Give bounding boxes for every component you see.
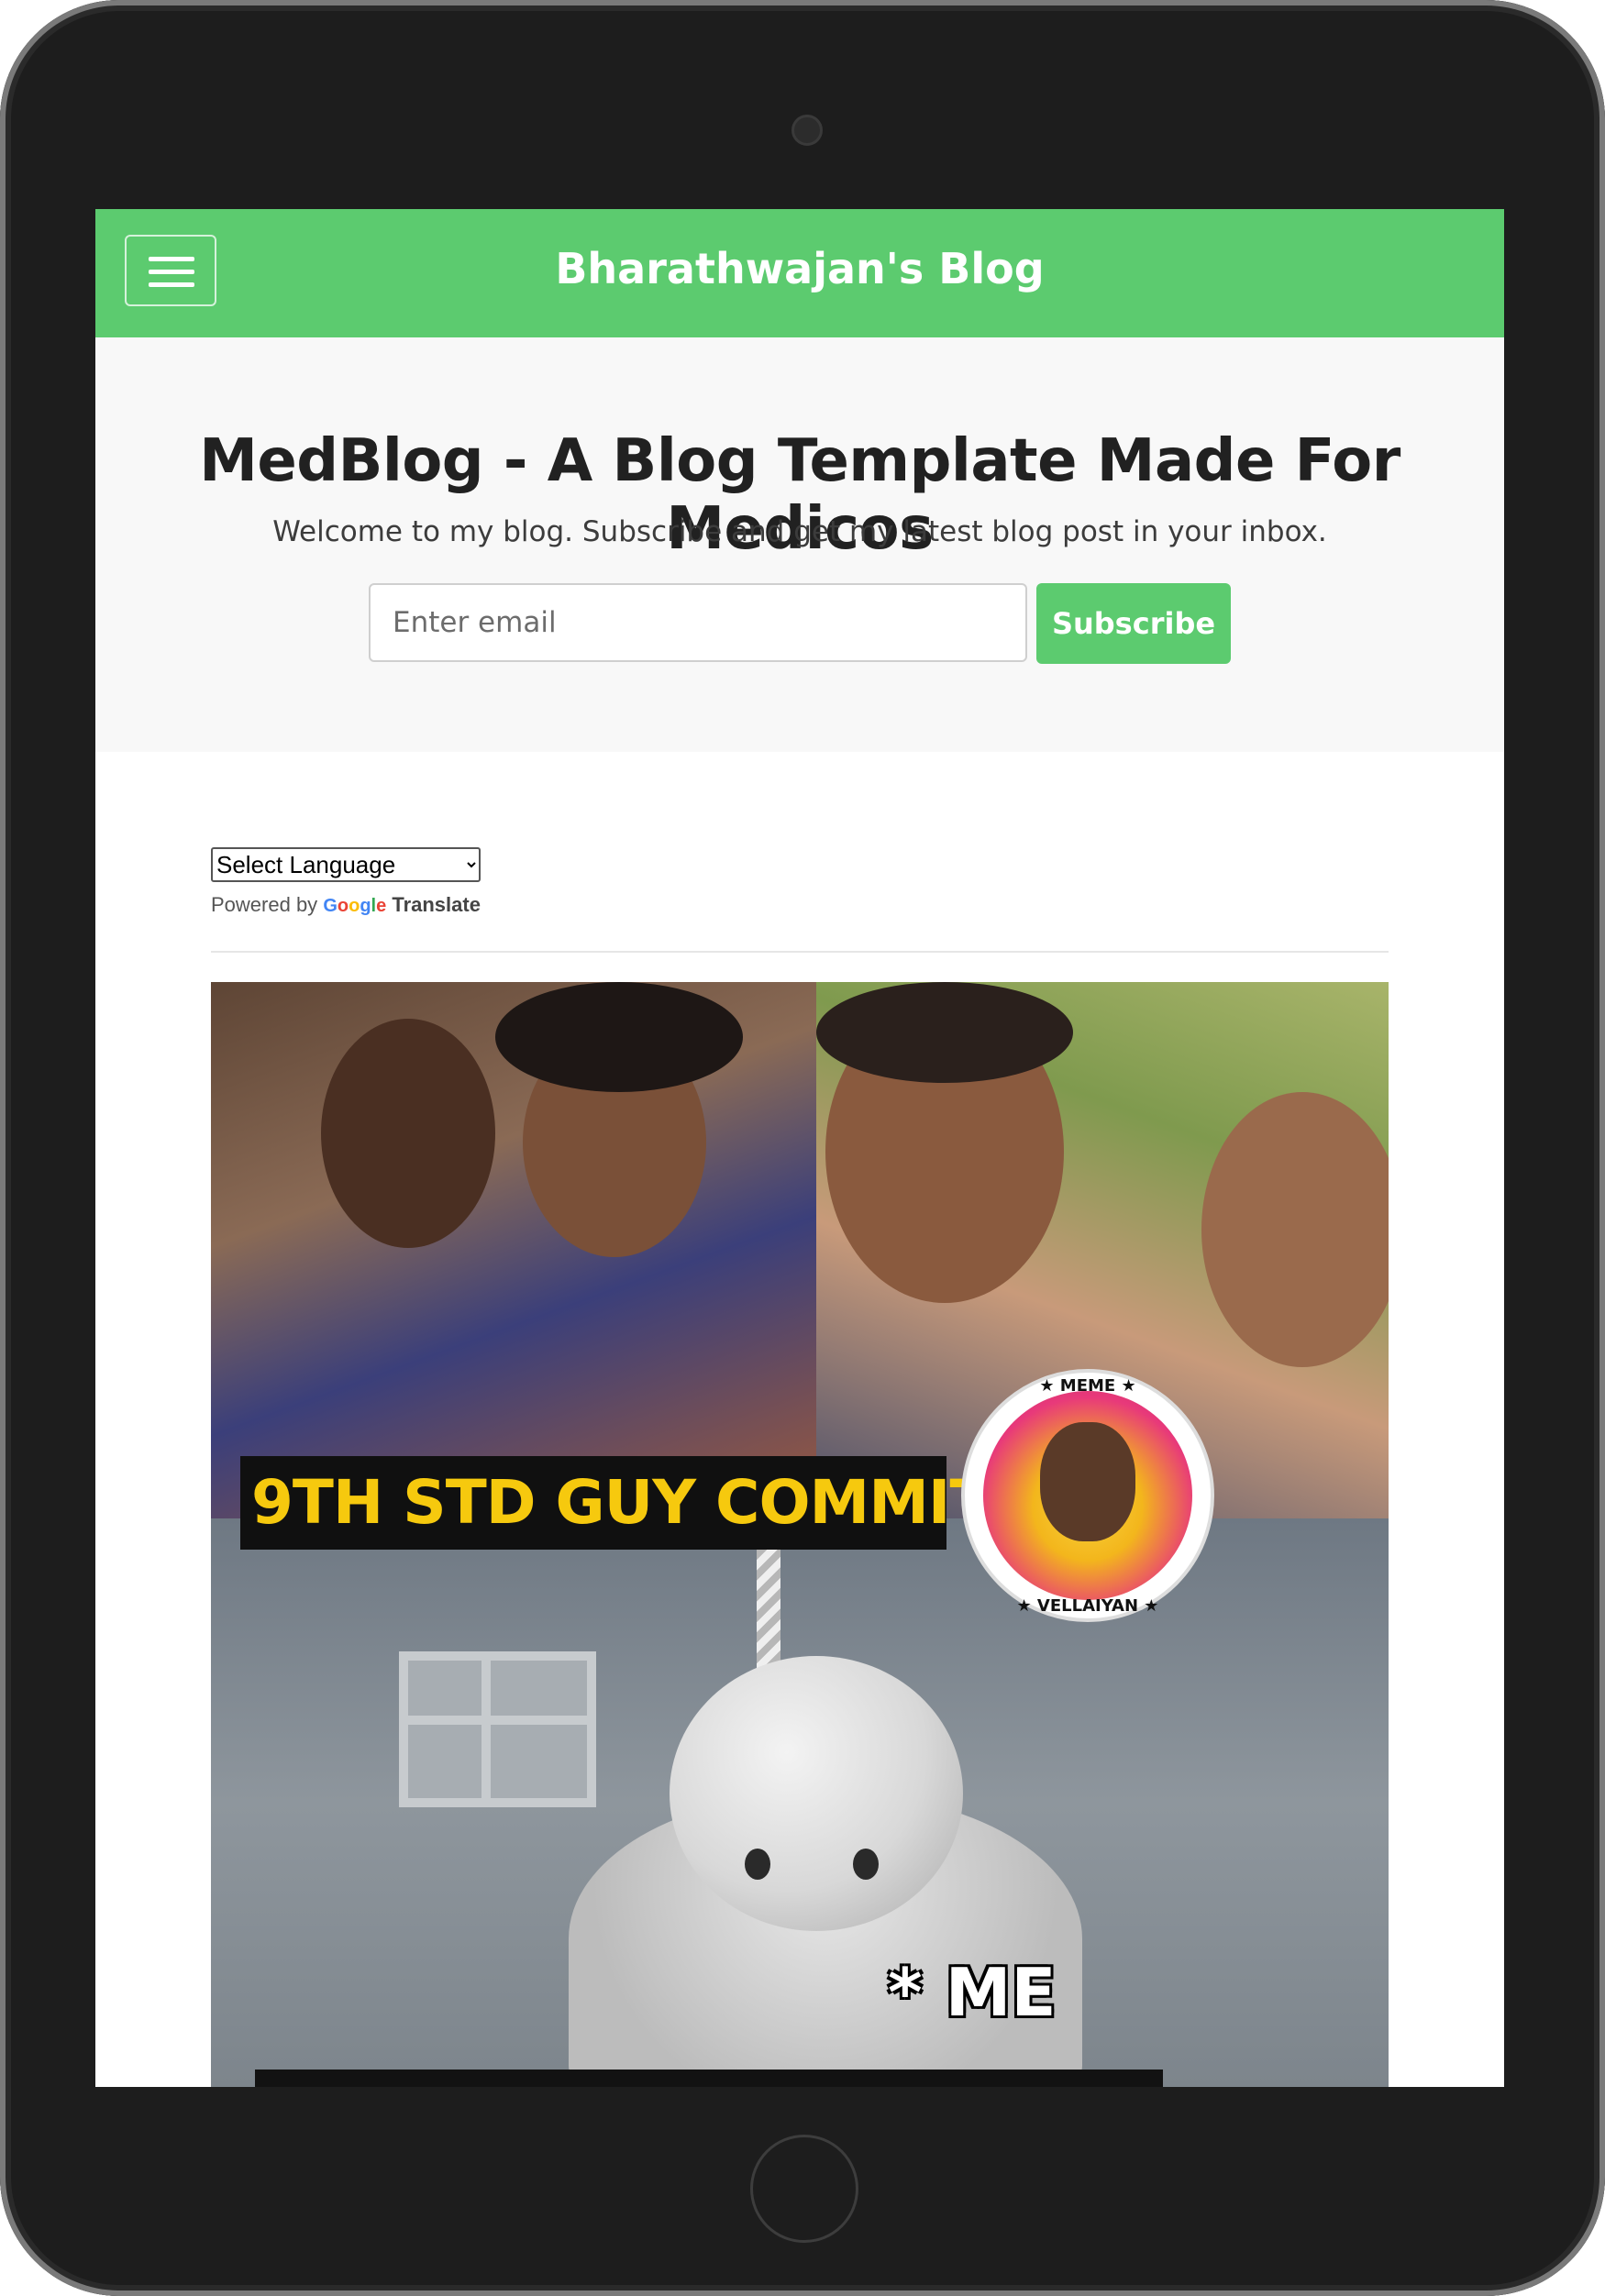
photo-couple-left (211, 982, 816, 1518)
language-select[interactable]: Select Language (211, 847, 481, 882)
badge-art (983, 1391, 1192, 1600)
post-featured-image[interactable]: 9TH STD GUY COMMITED ★ MEME ★ ★ VELLAIYA… (211, 982, 1389, 2087)
hero-subtitle: Welcome to my blog. Subscribe and get my… (272, 515, 1327, 548)
meme-badge-logo: ★ MEME ★ ★ VELLAIYAN ★ (961, 1369, 1214, 1622)
next-caption-bar (255, 2070, 1163, 2087)
navbar: Bharathwajan's Blog (95, 209, 1504, 337)
badge-face (1040, 1422, 1135, 1541)
photo-doll-scene (211, 1518, 1389, 2087)
powered-by-google-translate: Powered by Google Translate (211, 893, 481, 917)
doll-eye (853, 1849, 879, 1880)
subscribe-button[interactable]: Subscribe (1036, 583, 1231, 664)
badge-top-text: ★ MEME ★ (1039, 1376, 1136, 1396)
hero-section: MedBlog - A Blog Template Made For Medic… (95, 337, 1504, 752)
google-logo[interactable]: Google (323, 896, 386, 916)
divider (211, 951, 1389, 953)
doll-eye (745, 1849, 770, 1880)
badge-bottom-text: ★ VELLAIYAN ★ (1016, 1596, 1159, 1616)
doll-head-shape (670, 1656, 963, 1931)
powered-by-label: Powered by (211, 893, 318, 916)
meme-overlay-text: * ME (888, 1954, 1057, 2031)
home-button[interactable] (750, 2135, 858, 2243)
tablet-frame: Bharathwajan's Blog MedBlog - A Blog Tem… (0, 0, 1605, 2296)
translate-link[interactable]: Translate (392, 893, 481, 916)
site-brand[interactable]: Bharathwajan's Blog (95, 244, 1504, 293)
meme-caption: 9TH STD GUY COMMITED (240, 1456, 1080, 1550)
camera-icon (791, 115, 823, 146)
email-field[interactable] (369, 583, 1027, 662)
window-shape (399, 1651, 596, 1807)
browser-screen: Bharathwajan's Blog MedBlog - A Blog Tem… (95, 209, 1504, 2087)
